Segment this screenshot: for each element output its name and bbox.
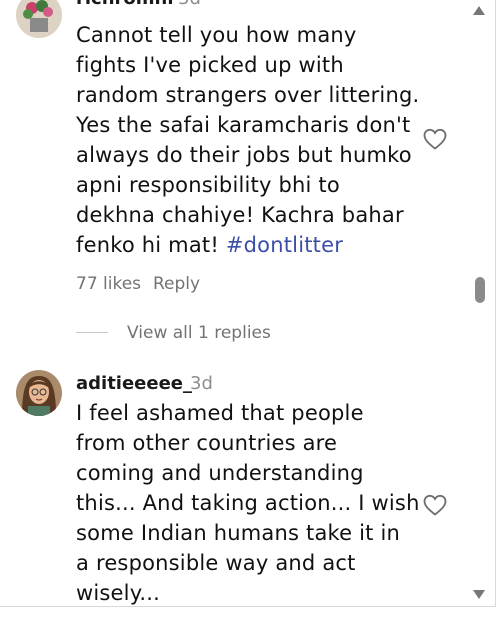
hashtag-link[interactable]: #dontlitter — [226, 233, 343, 257]
comment-line: dekhna chahiye! Kachra bahar — [76, 203, 404, 227]
avatar-illustration-image — [16, 370, 62, 416]
comment-line-last: fenko hi mat! #dontlitter — [76, 230, 421, 260]
comment-line: fights I've picked up with — [76, 53, 344, 77]
comment-line: a responsible way and act — [76, 551, 356, 575]
comment-body: Cannot tell you how many fights I've pic… — [76, 20, 421, 260]
comment-username[interactable]: aditieeeee_ — [76, 373, 192, 394]
view-replies-button[interactable]: View all 1 replies — [127, 323, 271, 343]
scroll-up-arrow-icon[interactable] — [473, 6, 485, 15]
comment-line: I feel ashamed that people — [76, 401, 364, 425]
comment-line-text: fenko hi mat! — [76, 233, 226, 257]
comment-time: 3d — [178, 0, 201, 9]
comment-line: from other countries are — [76, 431, 338, 455]
comment-line: this... And taking action... I wish — [76, 491, 420, 515]
avatar-aditieeeee[interactable] — [16, 370, 62, 416]
scrollbar[interactable] — [473, 0, 487, 606]
comment-line: always do their jobs but humko — [76, 143, 412, 167]
reply-button[interactable]: Reply — [153, 274, 200, 294]
comment-line: random strangers over littering. — [76, 83, 420, 107]
comment-line: some Indian humans take it in — [76, 521, 401, 545]
comment-line: wisely... — [76, 581, 160, 605]
comments-panel: richromni 3d Cannot tell you how many fi… — [0, 0, 496, 607]
avatar-richromni[interactable] — [16, 0, 62, 38]
comment-time: 3d — [190, 373, 213, 394]
comment-line: Cannot tell you how many — [76, 23, 357, 47]
comment-line: coming and understanding — [76, 461, 364, 485]
comment-body: I feel ashamed that people from other co… — [76, 398, 421, 606]
heart-outline-icon[interactable] — [423, 128, 447, 150]
replies-divider — [76, 332, 108, 333]
avatar-plant-image — [16, 0, 62, 38]
scrollbar-thumb[interactable] — [475, 277, 485, 303]
comment-line: apni responsibility bhi to — [76, 173, 340, 197]
comment-line: Yes the safai karamcharis don't — [76, 113, 411, 137]
heart-outline-icon[interactable] — [423, 494, 447, 516]
comment-username[interactable]: richromni — [76, 0, 174, 9]
likes-count[interactable]: 77 likes — [76, 274, 141, 294]
scroll-down-arrow-icon[interactable] — [473, 590, 485, 599]
